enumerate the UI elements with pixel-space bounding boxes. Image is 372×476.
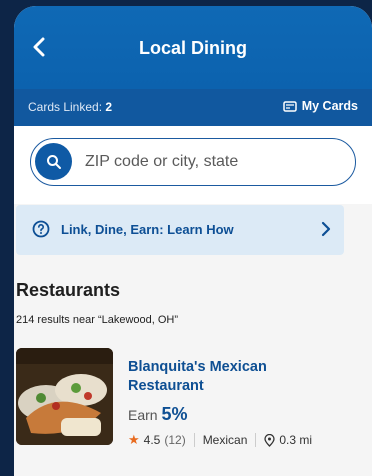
results-count: 214 results near “Lakewood, OH” (16, 314, 178, 326)
earn-rate: Earn 5% (128, 404, 187, 425)
earn-label: Earn (128, 407, 158, 423)
chevron-right-icon (321, 221, 331, 237)
question-circle-icon (32, 220, 50, 238)
restaurant-name[interactable]: Blanquita's Mexican Restaurant (128, 358, 333, 396)
search-input[interactable] (83, 152, 342, 172)
star-icon: ★ (128, 432, 140, 447)
section-title: Restaurants (16, 280, 121, 300)
restaurant-photo (16, 348, 113, 445)
cards-linked-status: Cards Linked: 2 (28, 100, 112, 114)
earn-value: 5% (161, 404, 188, 424)
location-pin-icon (264, 433, 276, 447)
restaurant-meta: ★ 4.5 (12) Mexican 0.3 mi (128, 432, 312, 448)
cards-linked-label: Cards Linked: (28, 100, 103, 114)
results-location: near “Lakewood, OH” (72, 314, 179, 326)
rating: 4.5 (143, 433, 161, 447)
search-section (14, 126, 372, 204)
my-cards-button[interactable]: My Cards (282, 99, 358, 113)
distance: 0.3 mi (279, 433, 313, 447)
learn-how-banner[interactable]: Link, Dine, Earn: Learn How (16, 205, 344, 255)
cards-bar: Cards Linked: 2 My Cards (14, 89, 372, 126)
restaurant-card[interactable]: Blanquita's Mexican Restaurant Earn 5% ★… (16, 348, 344, 458)
page-title: Local Dining (139, 38, 247, 58)
card-icon (282, 100, 297, 112)
my-cards-label: My Cards (301, 99, 358, 113)
banner-text: Link, Dine, Earn: Learn How (61, 222, 234, 237)
app-header: Local Dining (14, 6, 372, 89)
cuisine: Mexican (202, 433, 248, 447)
search-box[interactable] (30, 138, 356, 186)
search-icon[interactable] (35, 143, 72, 180)
results-count-number: 214 results (16, 314, 70, 326)
cards-linked-count: 2 (105, 100, 113, 114)
divider (193, 433, 195, 447)
divider (255, 433, 257, 447)
review-count: (12) (164, 433, 186, 447)
